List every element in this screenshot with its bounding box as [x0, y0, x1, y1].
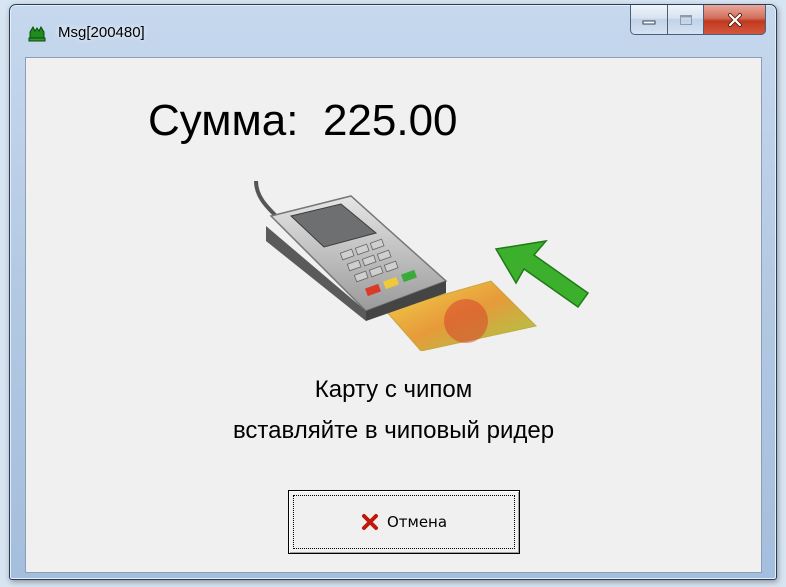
- close-button[interactable]: [704, 5, 766, 35]
- cancel-button-focus: Отмена: [293, 495, 515, 549]
- maximize-icon: [679, 14, 692, 25]
- window-title: Msg[200480]: [58, 24, 145, 41]
- cancel-button-label: Отмена: [386, 513, 448, 531]
- red-x-icon: [361, 514, 378, 530]
- instruction-line-1: Карту с чипом: [314, 376, 473, 403]
- card-terminal-illustration: [254, 180, 590, 351]
- amount-value: 225.00: [322, 96, 458, 145]
- dialog-window: Msg[200480] Сумма: 225.00 Карту с чипом …: [9, 4, 777, 580]
- app-icon: [28, 26, 46, 42]
- minimize-button[interactable]: [630, 5, 668, 35]
- cancel-button[interactable]: Отмена: [288, 490, 520, 554]
- maximize-button[interactable]: [668, 5, 704, 35]
- close-icon: [727, 12, 742, 27]
- instruction-line-2: вставляйте в чиповый ридер: [232, 417, 555, 444]
- amount-label: Сумма:: [148, 96, 299, 145]
- amount-display: Сумма: 225.00: [148, 96, 458, 146]
- dialog-content: Сумма: 225.00 Карту с чипом вставляйте в…: [25, 57, 762, 573]
- minimize-icon: [642, 20, 656, 24]
- title-bar[interactable]: Msg[200480]: [10, 5, 776, 57]
